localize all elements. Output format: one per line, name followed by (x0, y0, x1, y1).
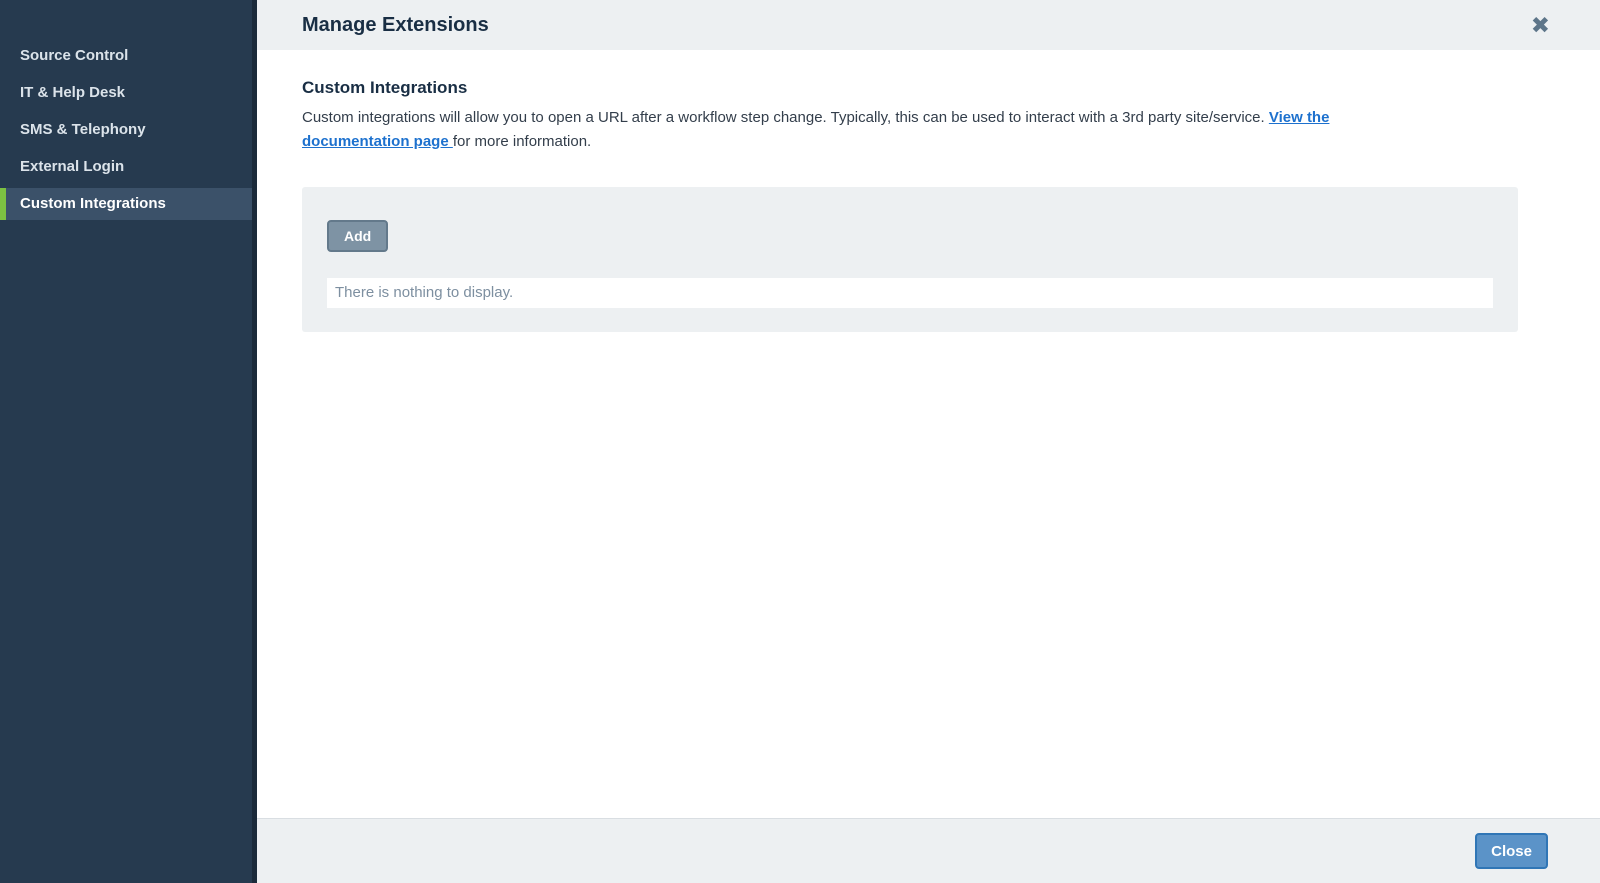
sidebar-item-it-help-desk[interactable]: IT & Help Desk (0, 77, 252, 109)
integrations-panel: Add There is nothing to display. (302, 187, 1518, 332)
empty-state-row: There is nothing to display. (327, 278, 1493, 308)
description-text-before: Custom integrations will allow you to op… (302, 109, 1269, 126)
sidebar-item-sms-telephony[interactable]: SMS & Telephony (0, 114, 252, 146)
sidebar-item-source-control[interactable]: Source Control (0, 40, 252, 72)
sidebar-item-label: Custom Integrations (20, 195, 166, 212)
close-button[interactable]: Close (1475, 833, 1548, 869)
sidebar-nav: Source Control IT & Help Desk SMS & Tele… (0, 40, 252, 220)
dialog-header: Manage Extensions ✖ (257, 0, 1600, 50)
sidebar-item-custom-integrations[interactable]: Custom Integrations (0, 188, 252, 220)
section-description: Custom integrations will allow you to op… (302, 106, 1437, 154)
sidebar-item-label: Source Control (20, 47, 129, 64)
description-text-after: for more information. (452, 133, 592, 150)
manage-extensions-dialog: Manage Extensions ✖ Custom Integrations … (257, 0, 1600, 883)
close-icon[interactable]: ✖ (1531, 13, 1550, 37)
sidebar-item-label: IT & Help Desk (20, 84, 126, 101)
sidebar-item-label: SMS & Telephony (20, 121, 146, 138)
dialog-content: Custom Integrations Custom integrations … (257, 50, 1600, 818)
add-button[interactable]: Add (327, 220, 389, 252)
sidebar-item-label: External Login (20, 158, 125, 175)
settings-sidebar: Source Control IT & Help Desk SMS & Tele… (0, 0, 257, 883)
sidebar-item-external-login[interactable]: External Login (0, 151, 252, 183)
section-title: Custom Integrations (302, 78, 468, 97)
dialog-title: Manage Extensions (302, 13, 489, 36)
dialog-footer: Close (257, 818, 1600, 883)
